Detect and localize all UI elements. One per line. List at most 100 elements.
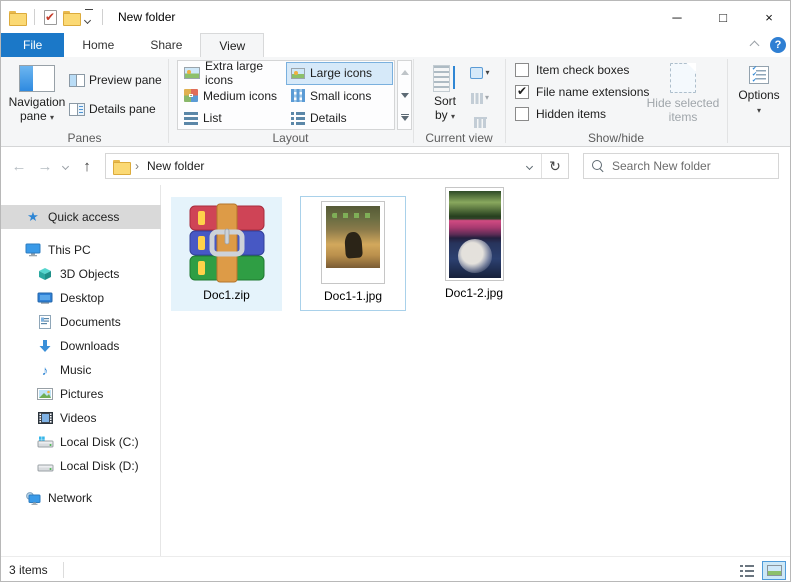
item-check-boxes-checkbox[interactable]: Item check boxes — [515, 63, 629, 77]
tab-share[interactable]: Share — [132, 33, 200, 57]
navigation-bar: ← → ↑ › New folder ↻ — [1, 147, 790, 185]
group-label-current-view: Current view — [425, 131, 493, 145]
sidebar-item-local-disk-d[interactable]: Local Disk (D:) — [1, 454, 161, 478]
window-controls: ─ □ × — [654, 1, 790, 33]
sidebar-item-quick-access[interactable]: ★ Quick access — [1, 205, 161, 229]
file-doc1-2-jpg[interactable]: Doc1-2.jpg — [424, 187, 524, 309]
gallery-more-button[interactable] — [398, 106, 411, 129]
checkbox-label: File name extensions — [536, 85, 650, 99]
layout-extra-large-icons[interactable]: Extra large icons — [179, 59, 286, 88]
help-icon[interactable]: ? — [770, 37, 786, 53]
add-columns-button[interactable]: ▾ — [467, 87, 493, 109]
sidebar-item-documents[interactable]: Documents — [1, 310, 161, 334]
search-input[interactable] — [612, 159, 762, 173]
search-box[interactable] — [583, 153, 779, 179]
list-view-icon — [184, 111, 198, 125]
check-glyph: ✔ — [45, 9, 56, 24]
recent-locations-dropdown[interactable] — [57, 147, 73, 185]
hide-selected-items-button[interactable]: Hide selected items — [641, 59, 725, 131]
sidebar-item-network[interactable]: Network — [1, 486, 161, 510]
sidebar-item-3d-objects[interactable]: 3D Objects — [1, 262, 161, 286]
qat-properties-icon[interactable]: ✔ — [44, 9, 57, 25]
sidebar-item-label: Pictures — [60, 387, 104, 401]
details-view-icon — [291, 111, 305, 125]
navigation-pane-button[interactable]: Navigation pane ▾ — [7, 59, 67, 131]
cube-icon — [36, 267, 54, 281]
group-by-icon — [470, 67, 484, 79]
disk-c-icon — [36, 436, 54, 449]
address-bar[interactable]: › New folder ↻ — [105, 153, 569, 179]
sidebar-item-downloads[interactable]: Downloads — [1, 334, 161, 358]
status-separator — [63, 562, 64, 578]
maximize-button[interactable]: □ — [700, 1, 746, 33]
medium-icons-icon — [184, 89, 198, 103]
close-button[interactable]: × — [746, 1, 790, 33]
sidebar-item-label: Local Disk (C:) — [60, 435, 139, 449]
group-label-panes: Panes — [67, 131, 102, 145]
more-icon — [400, 116, 409, 122]
layout-item-label: Extra large icons — [205, 59, 264, 88]
breadcrumb[interactable]: New folder — [147, 159, 204, 173]
qat-customize-dropdown[interactable] — [83, 8, 93, 26]
hide-selected-items-icon — [670, 63, 696, 93]
layout-medium-icons[interactable]: Medium icons — [179, 85, 286, 108]
collapse-ribbon-icon[interactable] — [749, 40, 760, 50]
caret-icon: ▾ — [50, 113, 55, 122]
extra-large-icons-icon — [184, 67, 200, 80]
disk-d-icon — [36, 460, 54, 473]
layout-details[interactable]: Details — [286, 107, 393, 130]
hidden-items-checkbox[interactable]: Hidden items — [515, 107, 606, 121]
titlebar-separator — [34, 9, 35, 25]
layout-item-label: List — [203, 111, 222, 126]
layout-gallery: Extra large icons Large icons Medium ico… — [177, 59, 395, 130]
details-view-toggle[interactable] — [735, 561, 759, 580]
options-button[interactable]: Options ▾ — [732, 59, 786, 131]
sidebar-item-videos[interactable]: Videos — [1, 406, 161, 430]
status-bar: 3 items — [1, 556, 790, 581]
size-columns-button[interactable] — [467, 110, 493, 132]
navigation-pane-icon — [19, 65, 55, 92]
gallery-scroll-up[interactable] — [398, 61, 411, 84]
gallery-scroll-down[interactable] — [398, 84, 411, 107]
layout-list[interactable]: List — [179, 107, 286, 130]
sidebar-item-this-pc[interactable]: This PC — [1, 238, 161, 262]
sidebar-item-label: Downloads — [60, 339, 120, 353]
file-doc1-zip[interactable]: Doc1.zip — [171, 197, 282, 311]
tab-view[interactable]: View — [200, 33, 265, 57]
qat-newfolder-icon[interactable] — [63, 10, 81, 26]
sidebar-item-label: Music — [60, 363, 92, 377]
back-button[interactable]: ← — [7, 147, 31, 185]
download-icon — [36, 339, 54, 353]
refresh-button[interactable]: ↻ — [542, 154, 568, 178]
sidebar-item-local-disk-c[interactable]: Local Disk (C:) — [1, 430, 161, 454]
image-thumbnail — [444, 187, 504, 281]
details-pane-button[interactable]: Details pane — [69, 100, 156, 118]
preview-pane-button[interactable]: Preview pane — [69, 71, 162, 89]
sidebar-item-pictures[interactable]: Pictures — [1, 382, 161, 406]
group-separator — [727, 59, 728, 143]
file-name-extensions-checkbox[interactable]: ✔ File name extensions — [515, 84, 650, 99]
minimize-button[interactable]: ─ — [654, 1, 700, 33]
tab-home[interactable]: Home — [64, 33, 132, 57]
hide-selected-label-2: items — [668, 110, 698, 124]
up-button[interactable]: ↑ — [75, 147, 99, 185]
breadcrumb-folder-icon — [113, 159, 131, 175]
picture-icon — [36, 388, 54, 400]
computer-icon — [24, 243, 42, 257]
layout-large-icons[interactable]: Large icons — [286, 62, 393, 85]
address-dropdown-button[interactable] — [517, 154, 541, 178]
chevron-down-icon — [525, 162, 533, 170]
caret-icon: ▾ — [756, 106, 761, 115]
group-by-button[interactable]: ▾ — [467, 62, 493, 84]
layout-small-icons[interactable]: Small icons — [286, 85, 393, 108]
checkbox-icon — [515, 107, 529, 121]
file-doc1-1-jpg[interactable]: Doc1-1.jpg — [300, 196, 406, 311]
sidebar-item-music[interactable]: ♪ Music — [1, 358, 161, 382]
tab-file[interactable]: File — [1, 33, 65, 57]
sidebar-item-desktop[interactable]: Desktop — [1, 286, 161, 310]
thumbnail-view-toggle[interactable] — [762, 561, 786, 580]
sort-by-button[interactable]: Sort by ▾ — [425, 59, 465, 131]
group-label-show-hide: Show/hide — [587, 131, 645, 145]
forward-button[interactable]: → — [33, 147, 57, 185]
group-label-layout: Layout — [272, 131, 309, 145]
